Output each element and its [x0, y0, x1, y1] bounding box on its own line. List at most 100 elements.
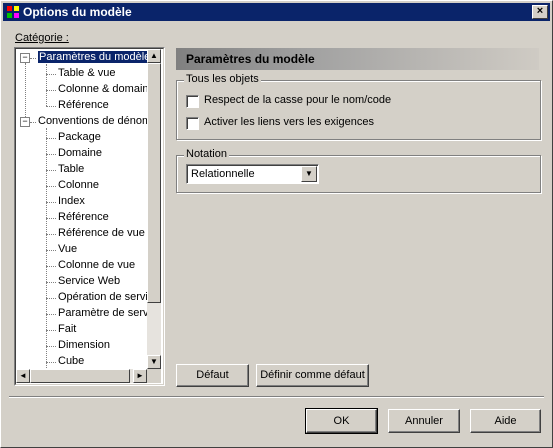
ok-button-label: OK — [333, 415, 350, 427]
scroll-left-button[interactable]: ◄ — [16, 369, 30, 383]
ok-button[interactable]: OK — [305, 408, 378, 434]
tree-connector — [46, 314, 56, 315]
tree-item[interactable]: Index — [58, 194, 85, 210]
title-bar[interactable]: Options du modèle × — [3, 3, 550, 21]
panel-header: Paramètres du modèle — [176, 48, 539, 70]
requirements-links-label-text: Activer les liens vers les exigences — [204, 116, 374, 128]
tree-connector — [46, 202, 56, 203]
tree-item-label: Colonne de vue — [58, 259, 136, 271]
set-as-default-button-label: Définir comme défaut — [260, 369, 365, 381]
tree-connector — [46, 138, 56, 139]
tree-item-label: Vue — [58, 243, 78, 255]
close-icon: × — [536, 5, 544, 17]
tree-item-label: Colonne & domaine — [58, 83, 155, 95]
tree-item-label: Package — [58, 131, 101, 143]
tree-connector — [46, 170, 56, 171]
notation-group-title: Notation — [184, 148, 229, 160]
scroll-up-button[interactable]: ▲ — [147, 49, 161, 63]
tree-item[interactable]: Table & vue — [58, 66, 115, 82]
tree-connector — [30, 122, 36, 123]
tree-item-label: Domaine — [58, 147, 103, 159]
tree-connector — [46, 346, 56, 347]
close-button[interactable]: × — [532, 5, 548, 19]
notation-dropdown-button[interactable]: ▼ — [301, 166, 317, 182]
arrow-right-icon: ► — [136, 371, 144, 380]
tree-connector — [46, 250, 56, 251]
tree-item[interactable]: Colonne de vue — [58, 258, 135, 274]
tree-item-label: Table & vue — [58, 67, 116, 79]
tree-item[interactable]: Table — [58, 162, 84, 178]
tree-item[interactable]: Vue — [58, 242, 77, 258]
tree-item[interactable]: Domaine — [58, 146, 102, 162]
category-label: Catégorie : — [15, 32, 69, 44]
chevron-down-icon: ▼ — [305, 169, 313, 178]
tree-vscroll-thumb[interactable] — [147, 63, 161, 303]
tree-item-label: Colonne — [58, 179, 99, 191]
tree-canvas: − Paramètres du modèle Table & vue Colonne … — [15, 48, 164, 385]
set-as-default-button[interactable]: Définir comme défaut — [256, 364, 369, 387]
window-title: Options du modèle — [23, 5, 132, 19]
tree-item[interactable]: Conventions de dénom — [38, 114, 151, 130]
category-tree[interactable]: − Paramètres du modèle Table & vue Colonne … — [14, 47, 165, 386]
collapse-icon[interactable]: − — [20, 117, 30, 127]
tree-item[interactable]: Paramètre de servic — [58, 306, 156, 322]
help-button-label: Aide — [494, 415, 517, 427]
options-dialog: Options du modèle × Catégorie : − Paramèt… — [0, 0, 553, 448]
tree-item[interactable]: Référence — [58, 98, 109, 114]
scroll-down-button[interactable]: ▼ — [147, 355, 161, 369]
tree-item[interactable]: Dimension — [58, 338, 110, 354]
tree-item[interactable]: Paramètres du modèle — [36, 50, 153, 66]
model-options-icon — [6, 5, 20, 19]
collapse-icon[interactable]: − — [20, 53, 30, 63]
category-label-text: Catégorie : — [15, 32, 69, 44]
tree-item[interactable]: Référence — [58, 210, 109, 226]
cancel-button[interactable]: Annuler — [388, 409, 460, 433]
tree-item[interactable]: Package — [58, 130, 101, 146]
tree-connector — [46, 282, 56, 283]
cancel-button-label: Annuler — [405, 415, 443, 427]
scroll-corner — [147, 369, 161, 383]
panel-header-title: Paramètres du modèle — [186, 52, 315, 66]
tree-connector — [46, 234, 56, 235]
bottom-separator — [9, 396, 544, 398]
tree-items: − Paramètres du modèle Table & vue Colonne … — [16, 49, 156, 374]
tree-item-label: Paramètre de servic — [58, 307, 157, 319]
arrow-down-icon: ▼ — [150, 357, 158, 366]
tree-connector — [46, 298, 56, 299]
tree-vscrollbar[interactable]: ▲ ▼ — [147, 49, 161, 369]
default-button-label: Défaut — [196, 369, 229, 381]
tree-connector — [46, 266, 56, 267]
tree-item-label: Index — [58, 195, 85, 207]
tree-item[interactable]: Opération de servic — [58, 290, 153, 306]
case-sensitive-checkbox[interactable] — [186, 95, 199, 108]
tree-item-label: Dimension — [58, 339, 110, 351]
tree-item[interactable]: Fait — [58, 322, 76, 338]
tree-hscroll-thumb[interactable] — [30, 369, 130, 383]
requirements-links-label[interactable]: Activer les liens vers les exigences — [204, 116, 374, 128]
case-sensitive-label[interactable]: Respect de la casse pour le nom/code — [204, 94, 391, 106]
tree-item-label: Fait — [58, 323, 77, 335]
scroll-right-button[interactable]: ► — [133, 369, 147, 383]
tree-connector — [46, 106, 56, 107]
tree-connector — [46, 74, 56, 75]
all-objects-group-title: Tous les objets — [184, 73, 261, 85]
tree-item[interactable]: Colonne — [58, 178, 99, 194]
help-button[interactable]: Aide — [470, 409, 541, 433]
tree-item[interactable]: Colonne & domaine — [58, 82, 155, 98]
tree-item[interactable]: Service Web — [58, 274, 120, 290]
tree-item[interactable]: Référence de vue — [58, 226, 145, 242]
tree-connector — [30, 58, 36, 59]
default-button[interactable]: Défaut — [176, 364, 249, 387]
notation-dropdown[interactable]: Relationnelle ▼ — [186, 164, 319, 184]
tree-item-label: Paramètres du modèle — [36, 50, 153, 64]
tree-item[interactable]: Cube — [58, 354, 84, 370]
case-sensitive-label-text: Respect de la casse pour le nom/code — [204, 94, 392, 106]
tree-connector — [46, 64, 47, 106]
requirements-links-checkbox[interactable] — [186, 117, 199, 130]
tree-item-label: Table — [58, 163, 85, 175]
tree-connector — [46, 330, 56, 331]
tree-item-label: Conventions de dénom — [38, 115, 152, 127]
tree-connector — [46, 128, 47, 374]
tree-hscrollbar[interactable]: ◄ ► — [16, 369, 147, 383]
tree-connector — [46, 186, 56, 187]
